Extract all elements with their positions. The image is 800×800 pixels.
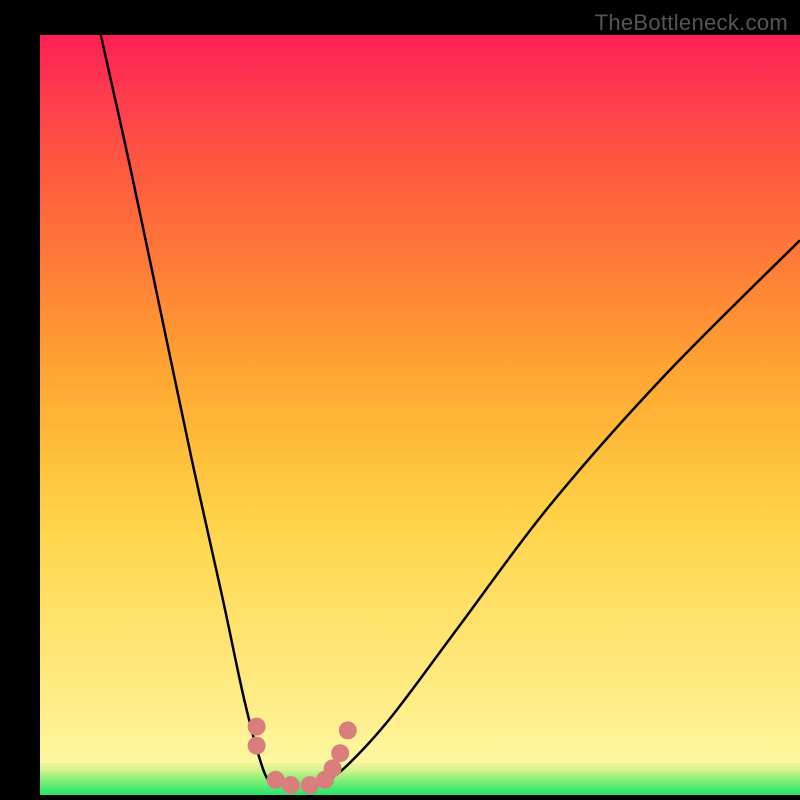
trough-marker <box>331 744 349 762</box>
trough-marker <box>248 718 266 736</box>
watermark-text: TheBottleneck.com <box>595 10 788 36</box>
chart-area <box>40 35 800 795</box>
right-curve <box>321 240 800 783</box>
left-curve <box>101 35 276 784</box>
trough-marker <box>282 776 300 794</box>
curve-layer <box>40 35 800 795</box>
trough-marker-group <box>248 718 357 795</box>
trough-marker <box>339 721 357 739</box>
trough-marker <box>248 737 266 755</box>
